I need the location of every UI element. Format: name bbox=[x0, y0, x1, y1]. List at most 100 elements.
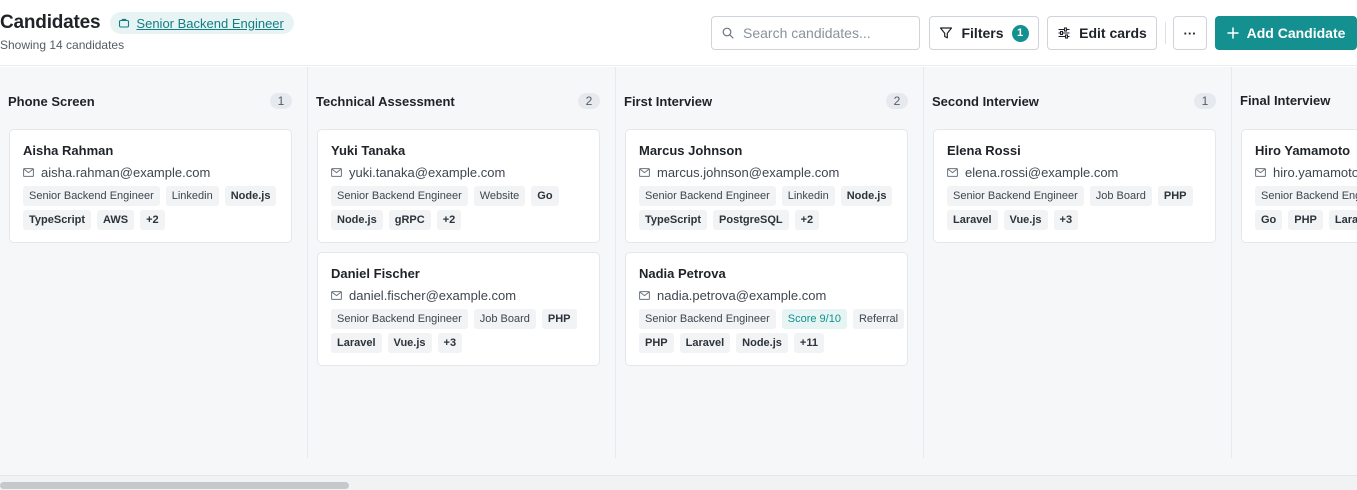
candidate-email: daniel.fischer@example.com bbox=[349, 288, 517, 303]
scrollbar-thumb[interactable] bbox=[0, 482, 349, 489]
skill-tag: AWS bbox=[97, 210, 135, 230]
tag-row: Senior Backend Engi bbox=[1255, 186, 1357, 206]
job-link[interactable]: Senior Backend Engineer bbox=[136, 16, 283, 31]
skill-tag: TypeScript bbox=[23, 210, 92, 230]
column-title: Final Interview bbox=[1240, 93, 1331, 108]
info-tag: Senior Backend Engineer bbox=[331, 186, 468, 206]
filters-button[interactable]: Filters 1 bbox=[929, 16, 1039, 50]
mail-icon bbox=[947, 168, 958, 177]
tag-row: Senior Backend Engineer Website Go bbox=[331, 186, 559, 206]
tag-row: Senior Backend Engineer Linkedin Node.js bbox=[639, 186, 893, 206]
candidate-email-row: aisha.rahman@example.com bbox=[23, 165, 210, 180]
skill-tag: Go bbox=[1255, 210, 1283, 230]
column-count-badge: 1 bbox=[1194, 93, 1216, 109]
tag-row: TypeScript PostgreSQL +2 bbox=[639, 210, 820, 230]
skill-tag: Node.js bbox=[224, 186, 277, 206]
search-box[interactable] bbox=[711, 16, 920, 50]
candidate-name[interactable]: Marcus Johnson bbox=[639, 143, 742, 158]
edit-cards-label: Edit cards bbox=[1079, 25, 1147, 41]
skill-tag: Laravel bbox=[947, 210, 998, 230]
filters-count-badge: 1 bbox=[1011, 24, 1029, 42]
candidate-email: hiro.yamamoto bbox=[1273, 165, 1357, 180]
candidate-name[interactable]: Yuki Tanaka bbox=[331, 143, 405, 158]
pipeline-column: First Interview 2 Marcus Johnson marcus.joh… bbox=[616, 67, 924, 458]
skill-tag: +11 bbox=[793, 333, 824, 353]
search-icon bbox=[722, 27, 734, 39]
briefcase-icon bbox=[118, 17, 130, 29]
info-tag: Senior Backend Engineer bbox=[331, 309, 468, 329]
sliders-icon bbox=[1057, 26, 1071, 40]
candidate-email: aisha.rahman@example.com bbox=[41, 165, 211, 180]
skill-tag: Vue.js bbox=[1003, 210, 1048, 230]
kanban-board: Phone Screen 1 Aisha Rahman aisha.rahman@ex… bbox=[0, 67, 1357, 490]
candidate-name[interactable]: Aisha Rahman bbox=[23, 143, 113, 158]
info-tag: Senior Backend Engineer bbox=[639, 309, 776, 329]
column-title: Second Interview bbox=[932, 93, 1039, 109]
tag-row: Senior Backend Engineer Linkedin Node.js bbox=[23, 186, 277, 206]
tag-row: Node.js gRPC +2 bbox=[331, 210, 462, 230]
tag-row: Senior Backend Engineer Job Board PHP bbox=[331, 309, 577, 329]
skill-tag: TypeScript bbox=[639, 210, 708, 230]
title-row: Candidates Senior Backend Engineer bbox=[0, 12, 294, 34]
column-title: Technical Assessment bbox=[316, 93, 455, 109]
page-title: Candidates bbox=[0, 12, 101, 33]
info-tag: Senior Backend Engi bbox=[1255, 186, 1357, 206]
mail-icon bbox=[639, 291, 650, 300]
search-input[interactable] bbox=[743, 25, 903, 41]
add-candidate-label: Add Candidate bbox=[1246, 25, 1346, 41]
candidate-email-row: hiro.yamamoto bbox=[1255, 165, 1357, 180]
skill-tag: PHP bbox=[639, 333, 674, 353]
more-options-button[interactable]: ··· bbox=[1173, 16, 1207, 50]
mail-icon bbox=[331, 168, 342, 177]
add-candidate-button[interactable]: Add Candidate bbox=[1215, 16, 1357, 50]
candidate-name[interactable]: Hiro Yamamoto bbox=[1255, 143, 1350, 158]
info-tag: Linkedin bbox=[165, 186, 219, 206]
candidate-card[interactable]: Elena Rossi elena.rossi@example.com Senior… bbox=[933, 129, 1216, 243]
info-tag: Job Board bbox=[473, 309, 536, 329]
column-count-badge: 1 bbox=[270, 93, 292, 109]
candidate-card[interactable]: Nadia Petrova nadia.petrova@example.com Se… bbox=[625, 252, 908, 366]
tag-row: TypeScript AWS +2 bbox=[23, 210, 165, 230]
candidate-card[interactable]: Marcus Johnson marcus.johnson@example.com… bbox=[625, 129, 908, 243]
skill-tag: +2 bbox=[140, 210, 165, 230]
candidate-email-row: daniel.fischer@example.com bbox=[331, 288, 516, 303]
info-tag: Senior Backend Engineer bbox=[947, 186, 1084, 206]
candidate-card[interactable]: Daniel Fischer daniel.fischer@example.com… bbox=[317, 252, 600, 366]
plus-icon bbox=[1226, 27, 1239, 39]
job-filter-pill[interactable]: Senior Backend Engineer bbox=[110, 12, 294, 34]
edit-cards-button[interactable]: Edit cards bbox=[1047, 16, 1157, 50]
skill-tag: PostgreSQL bbox=[713, 210, 789, 230]
tag-row: Laravel Vue.js +3 bbox=[947, 210, 1079, 230]
skill-tag: +3 bbox=[437, 333, 463, 353]
horizontal-scrollbar[interactable] bbox=[0, 475, 1357, 490]
skill-tag: PHP bbox=[1288, 210, 1323, 230]
candidate-card[interactable]: Hiro Yamamoto hiro.yamamoto Senior Backend… bbox=[1241, 129, 1357, 243]
skill-tag: Vue.js bbox=[387, 333, 432, 353]
skill-tag: +3 bbox=[1053, 210, 1079, 230]
skill-tag: +2 bbox=[436, 210, 462, 230]
candidate-name[interactable]: Daniel Fischer bbox=[331, 266, 420, 281]
skill-tag: PHP bbox=[541, 309, 577, 329]
candidate-email-row: yuki.tanaka@example.com bbox=[331, 165, 505, 180]
candidate-email: yuki.tanaka@example.com bbox=[349, 165, 506, 180]
candidate-count-text: Showing 14 candidates bbox=[0, 38, 125, 52]
tag-row: Senior Backend Engineer Score 9/10 Referra… bbox=[639, 309, 905, 329]
info-tag: Website bbox=[473, 186, 526, 206]
mail-icon bbox=[331, 291, 342, 300]
pipeline-column: Final Interview Hiro Yamamoto hiro.yamamot… bbox=[1232, 67, 1357, 458]
mail-icon bbox=[639, 168, 650, 177]
candidate-card[interactable]: Aisha Rahman aisha.rahman@example.com Seni… bbox=[9, 129, 292, 243]
skill-tag: Laravel bbox=[679, 333, 731, 353]
filter-icon bbox=[939, 26, 953, 40]
column-header: First Interview 2 bbox=[624, 93, 908, 109]
candidate-name[interactable]: Nadia Petrova bbox=[639, 266, 726, 281]
tag-row: GoPHPLarav bbox=[1255, 210, 1357, 230]
skill-tag: +2 bbox=[794, 210, 820, 230]
ellipsis-icon: ··· bbox=[1183, 25, 1197, 41]
column-header: Phone Screen 1 bbox=[8, 93, 292, 109]
info-tag: Senior Backend Engineer bbox=[639, 186, 776, 206]
candidate-name[interactable]: Elena Rossi bbox=[947, 143, 1021, 158]
info-tag: Linkedin bbox=[781, 186, 835, 206]
pipeline-column: Second Interview 1 Elena Rossi elena.rossi@… bbox=[924, 67, 1232, 458]
candidate-card[interactable]: Yuki Tanaka yuki.tanaka@example.com Senior… bbox=[317, 129, 600, 243]
